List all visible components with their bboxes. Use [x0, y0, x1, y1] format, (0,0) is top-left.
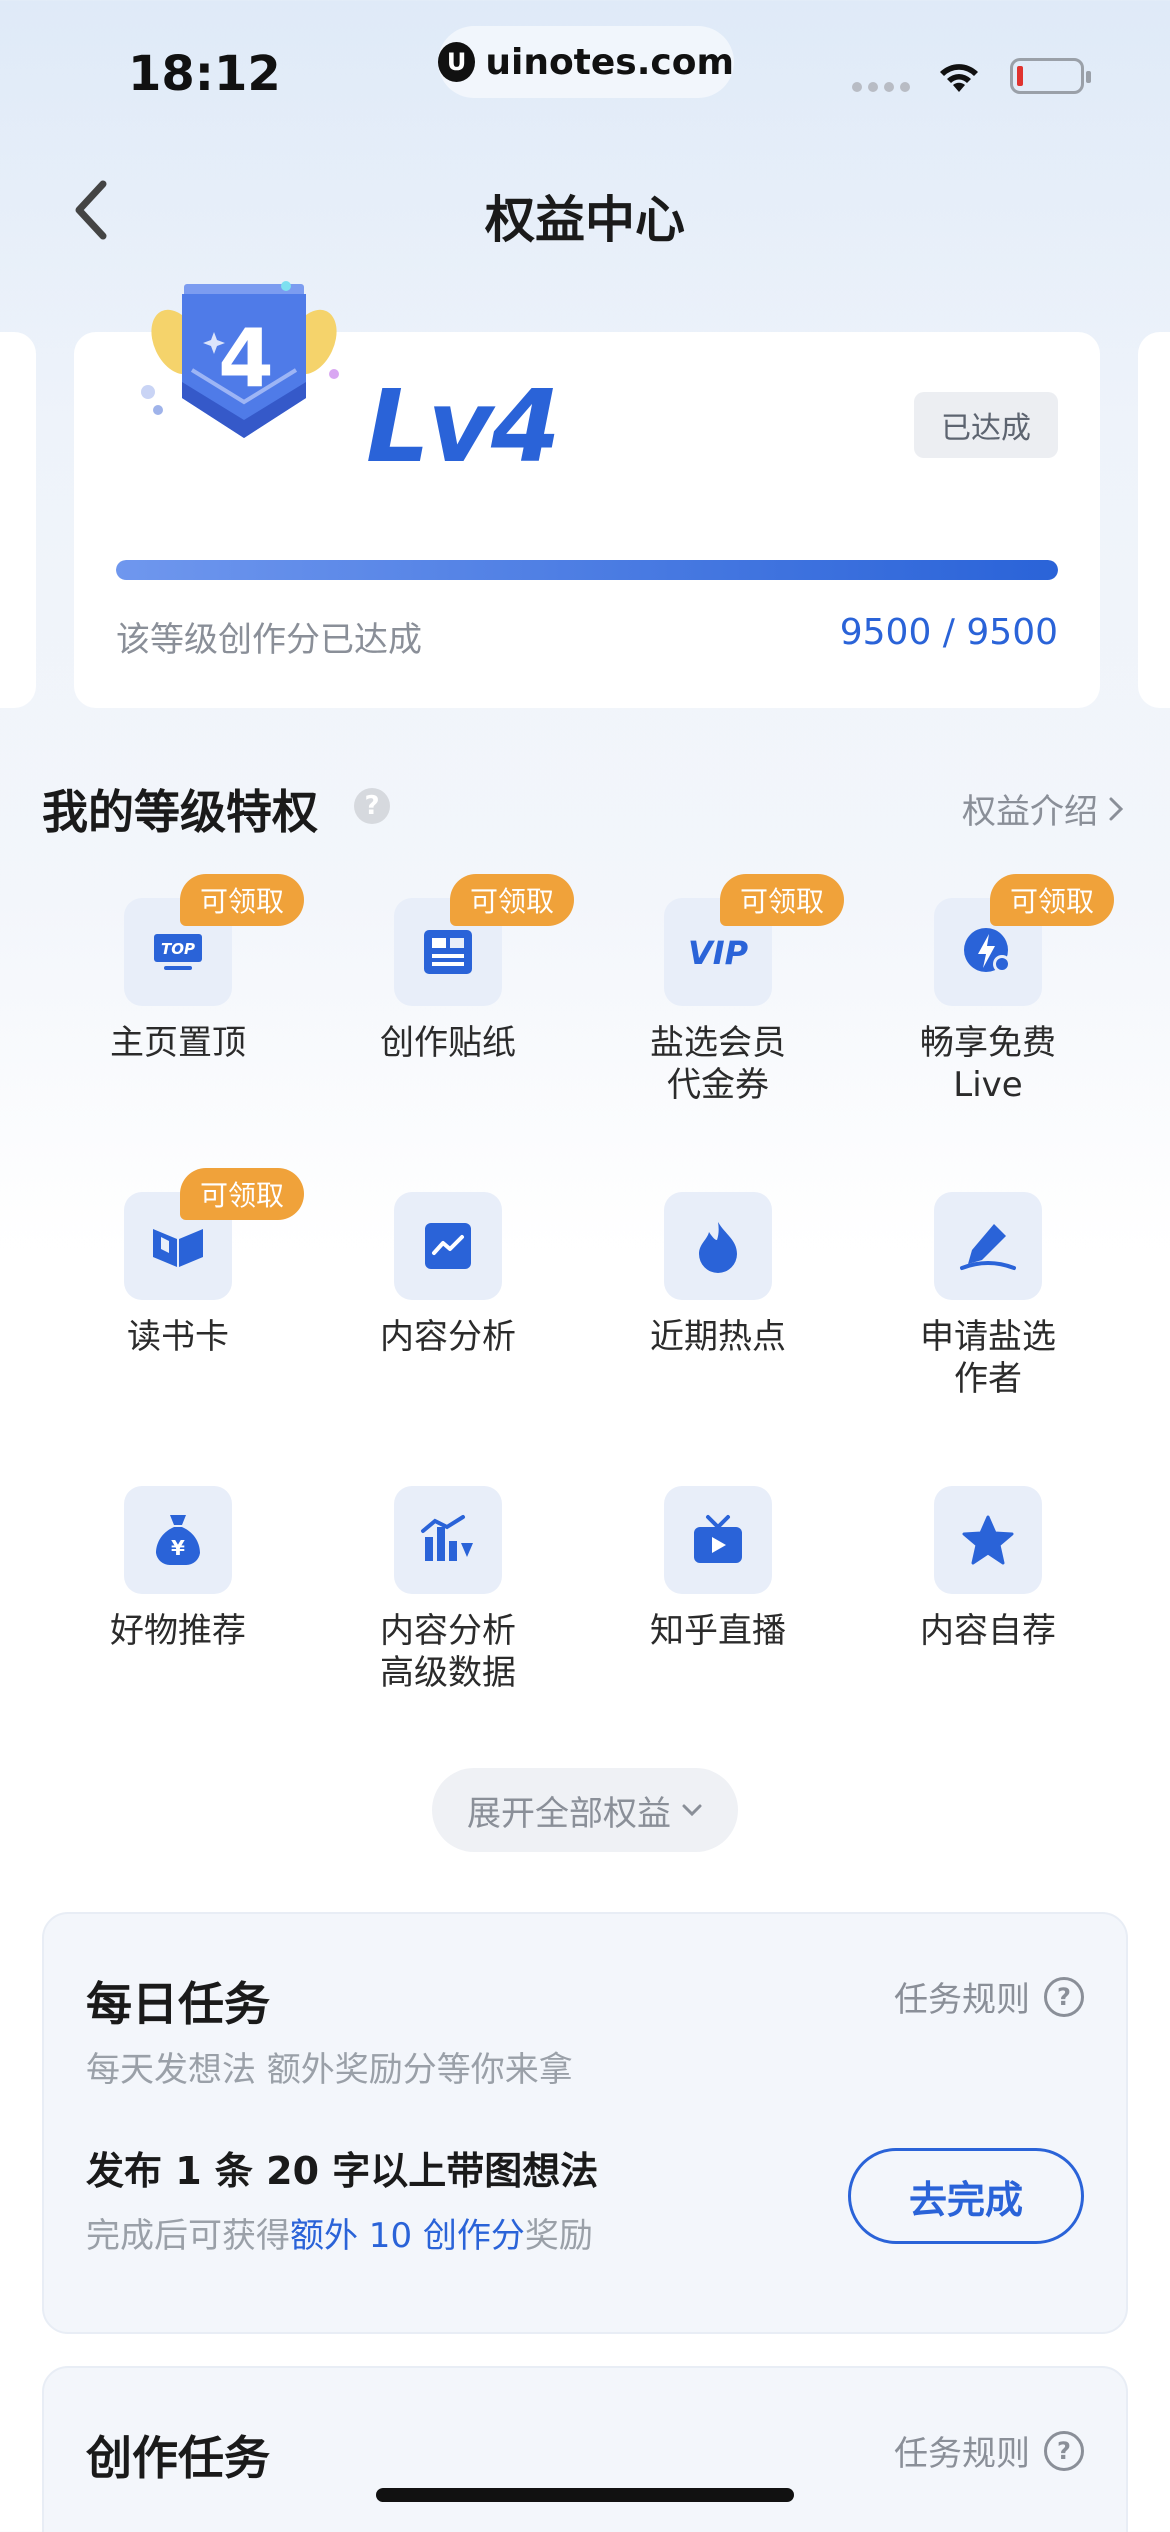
- money-bag-icon: ¥: [124, 1486, 232, 1594]
- prev-level-card[interactable]: [0, 332, 36, 708]
- badge-number: 4: [218, 312, 274, 405]
- site-logo-icon: U: [438, 42, 476, 82]
- status-time: 18:12: [128, 46, 281, 102]
- privilege-label: 盐选会员 代金券: [650, 1023, 786, 1105]
- progress-bar: [116, 560, 1058, 580]
- task-item-desc: 完成后可获得额外 10 创作分奖励: [86, 2216, 593, 2256]
- claim-badge[interactable]: 可领取: [180, 1168, 305, 1220]
- claim-badge[interactable]: 可领取: [990, 874, 1115, 926]
- battery-icon: [1010, 58, 1091, 94]
- cellular-signal-icon: [852, 82, 910, 92]
- privilege-item[interactable]: ¥ 好物推荐: [42, 1486, 314, 1746]
- create-task-card: 创作任务 任务规则 ?: [42, 2366, 1128, 2532]
- tv-icon: [664, 1486, 772, 1594]
- privilege-label: 近期热点: [650, 1317, 786, 1357]
- level-card: 4 Lv4 已达成 该等级创作分已达成 9500 / 9500: [74, 281, 1100, 708]
- create-task-rules-link[interactable]: 任务规则 ?: [894, 2426, 1084, 2475]
- privilege-label: 申请盐选 作者: [920, 1317, 1056, 1399]
- reward-highlight: 额外 10 创作分: [290, 2216, 525, 2256]
- privilege-label: 内容自荐: [920, 1611, 1056, 1651]
- privilege-item[interactable]: 内容分析 高级数据: [312, 1486, 584, 1746]
- advanced-chart-icon: [394, 1486, 502, 1594]
- claim-badge[interactable]: 可领取: [720, 874, 845, 926]
- pen-icon: [934, 1192, 1042, 1300]
- task-item-title: 发布 1 条 20 字以上带图想法: [86, 2149, 599, 2193]
- rules-label: 任务规则: [894, 1980, 1030, 2020]
- privilege-item[interactable]: 近期热点: [582, 1192, 854, 1452]
- status-badge: 已达成: [914, 392, 1058, 458]
- daily-task-card: 每日任务 任务规则 ? 每天发想法 额外奖励分等你来拿 发布 1 条 20 字以…: [42, 1912, 1128, 2334]
- rules-label: 任务规则: [894, 2434, 1030, 2474]
- privilege-item[interactable]: 可领取畅享免费 Live: [852, 874, 1124, 1158]
- privilege-label: 畅享免费 Live: [920, 1023, 1056, 1105]
- star-icon: [934, 1486, 1042, 1594]
- privilege-label: 好物推荐: [110, 1611, 246, 1651]
- chevron-down-icon: [682, 1804, 702, 1817]
- progress-caption: 该等级创作分已达成: [116, 620, 422, 660]
- privilege-intro-link[interactable]: 权益介绍: [962, 784, 1124, 833]
- help-icon[interactable]: ?: [354, 788, 390, 824]
- complete-task-button[interactable]: 去完成: [848, 2148, 1084, 2244]
- privilege-item[interactable]: VIP 可领取盐选会员 代金券: [582, 874, 854, 1158]
- wifi-icon: [940, 64, 978, 92]
- chart-icon: [394, 1192, 502, 1300]
- flame-icon: [664, 1192, 772, 1300]
- privilege-item[interactable]: 内容分析: [312, 1192, 584, 1452]
- privilege-item[interactable]: 内容自荐: [852, 1486, 1124, 1746]
- privilege-label: 读书卡: [127, 1317, 229, 1357]
- daily-task-rules-link[interactable]: 任务规则 ?: [894, 1972, 1084, 2021]
- privilege-label: 内容分析: [380, 1317, 516, 1357]
- privilege-item[interactable]: 申请盐选 作者: [852, 1192, 1124, 1452]
- privilege-label: 内容分析 高级数据: [380, 1611, 516, 1693]
- home-indicator: [376, 2488, 794, 2502]
- svg-text:VIP: VIP: [688, 934, 749, 972]
- nav-bar: 权益中心: [0, 160, 1170, 260]
- url-text: uinotes.com: [485, 41, 734, 83]
- svg-text:¥: ¥: [171, 1536, 185, 1560]
- next-level-card[interactable]: [1138, 332, 1170, 708]
- expand-all-button[interactable]: 展开全部权益: [432, 1768, 738, 1852]
- privilege-item[interactable]: 可领取读书卡: [42, 1168, 314, 1452]
- level-text: Lv4: [366, 368, 560, 485]
- create-task-title: 创作任务: [86, 2431, 270, 2485]
- daily-task-subtitle: 每天发想法 额外奖励分等你来拿: [86, 2050, 573, 2090]
- privilege-label: 创作贴纸: [380, 1023, 516, 1063]
- svg-text:TOP: TOP: [161, 940, 195, 958]
- status-bar: 18:12 U uinotes.com: [0, 0, 1170, 140]
- privilege-intro-label: 权益介绍: [962, 792, 1098, 832]
- progress-fill: [116, 560, 1058, 580]
- question-icon: ?: [1044, 1976, 1084, 2017]
- privilege-label: 主页置顶: [110, 1023, 246, 1063]
- url-pill[interactable]: U uinotes.com: [438, 26, 734, 98]
- page-title: 权益中心: [485, 191, 685, 249]
- daily-task-title: 每日任务: [86, 1977, 270, 2031]
- question-icon: ?: [1044, 2430, 1084, 2471]
- privilege-item[interactable]: 可领取创作贴纸: [312, 874, 584, 1158]
- section-title-privileges: 我的等级特权: [42, 785, 318, 839]
- claim-badge[interactable]: 可领取: [450, 874, 575, 926]
- privilege-label: 知乎直播: [650, 1611, 786, 1651]
- expand-all-label: 展开全部权益: [467, 1793, 671, 1834]
- chevron-right-icon: [1109, 797, 1124, 820]
- progress-value: 9500 / 9500: [839, 612, 1058, 653]
- privilege-item[interactable]: TOP 可领取主页置顶: [42, 874, 314, 1158]
- privilege-item[interactable]: 知乎直播: [582, 1486, 854, 1746]
- claim-badge[interactable]: 可领取: [180, 874, 305, 926]
